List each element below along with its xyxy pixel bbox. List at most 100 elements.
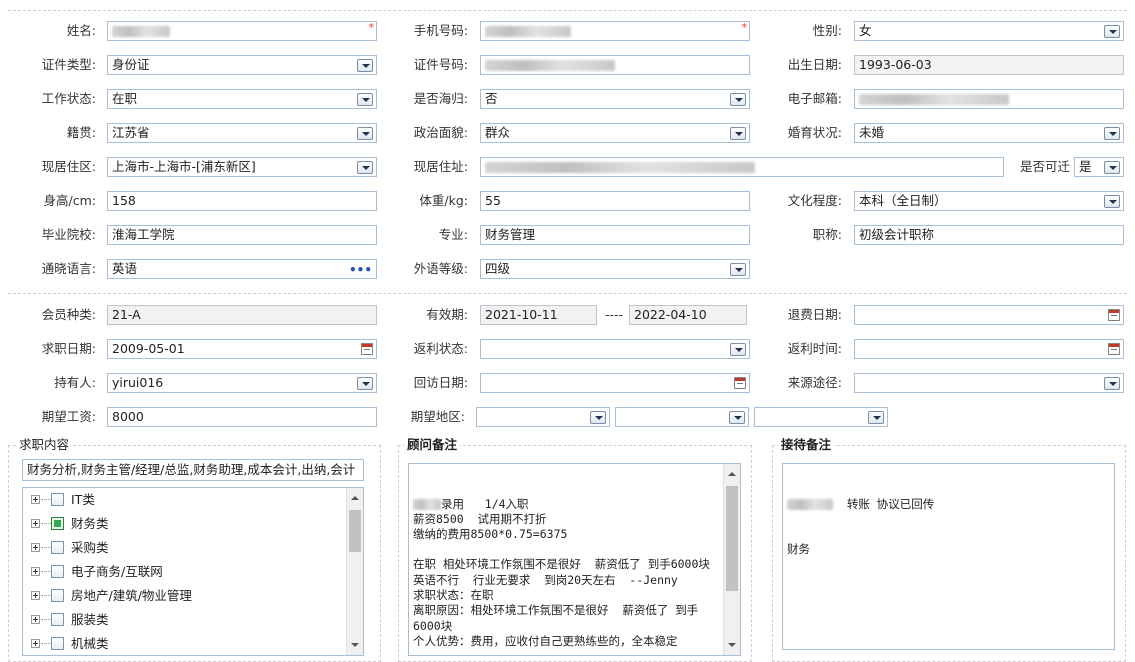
title-input[interactable]: 初级会计职称 (854, 225, 1124, 245)
chevron-down-icon[interactable] (1104, 161, 1120, 174)
calendar-icon[interactable] (734, 377, 746, 389)
calendar-icon[interactable] (1108, 309, 1120, 321)
work-status-select[interactable]: 在职 (107, 89, 377, 109)
chevron-down-icon[interactable] (357, 377, 373, 390)
more-options-icon[interactable]: ••• (349, 261, 372, 278)
reception-notes-title: 接待备注 (778, 437, 835, 453)
scroll-up-icon[interactable] (728, 472, 736, 476)
school-input[interactable]: 淮海工学院 (107, 225, 377, 245)
scroll-down-icon[interactable] (351, 643, 359, 647)
returnee-select[interactable]: 否 (480, 89, 750, 109)
advisor-notes-title: 顾问备注 (404, 437, 461, 453)
salary-input[interactable]: 8000 (107, 407, 377, 427)
calendar-icon[interactable] (361, 343, 373, 355)
chevron-down-icon[interactable] (1104, 195, 1120, 208)
marital-select[interactable]: 未婚 (854, 123, 1124, 143)
gender-select[interactable]: 女 (854, 21, 1124, 41)
chevron-down-icon[interactable] (357, 93, 373, 106)
relocate-label: 是否可迁 (1019, 159, 1070, 174)
residence-area-value: 上海市-上海市-[浦东新区] (112, 159, 256, 174)
checkbox[interactable] (51, 517, 64, 530)
expand-icon[interactable] (31, 615, 40, 624)
education-select[interactable]: 本科（全日制） (854, 191, 1124, 211)
scroll-down-icon[interactable] (728, 643, 736, 647)
checkbox[interactable] (51, 541, 64, 554)
job-category-tree[interactable]: IT类 财务类 采购类 电子商务/互联网 房地产/建筑/物业管理 服装类 机械类 (22, 487, 364, 656)
chevron-down-icon[interactable] (730, 127, 746, 140)
rebate-time-input[interactable] (854, 339, 1124, 359)
holder-value: yirui016 (112, 375, 164, 390)
chevron-down-icon[interactable] (357, 127, 373, 140)
checkbox[interactable] (51, 637, 64, 650)
advisor-notes-textarea[interactable]: 录用 1/4入职 薪资8500 试用期不打折 缴纳的费用8500*0.75=6375… (408, 463, 741, 656)
relocate-select[interactable]: 是 (1074, 157, 1124, 177)
tree-scrollbar[interactable] (346, 488, 363, 655)
email-input[interactable] (854, 89, 1124, 109)
salary-label: 期望工资: (41, 409, 96, 424)
scroll-thumb[interactable] (726, 486, 738, 591)
expand-icon[interactable] (31, 495, 40, 504)
scroll-thumb[interactable] (349, 510, 361, 552)
political-label: 政治面貌: (413, 125, 468, 140)
reception-notes-textarea[interactable]: 转账 协议已回传 财务 (782, 463, 1115, 650)
work-status-label: 工作状态: (41, 91, 96, 106)
chevron-down-icon[interactable] (357, 161, 373, 174)
marital-value: 未婚 (859, 125, 885, 140)
expand-icon[interactable] (31, 519, 40, 528)
checkbox[interactable] (51, 589, 64, 602)
chevron-down-icon[interactable] (1104, 25, 1120, 38)
phone-input[interactable]: * (480, 21, 750, 41)
major-input[interactable]: 财务管理 (480, 225, 750, 245)
region-city-select[interactable] (615, 407, 749, 427)
expand-icon[interactable] (31, 567, 40, 576)
chevron-down-icon[interactable] (729, 411, 745, 424)
birth-date-field: 1993-06-03 (854, 55, 1124, 75)
rebate-time-label: 返利时间: (787, 341, 842, 356)
chevron-down-icon[interactable] (1104, 377, 1120, 390)
id-type-select[interactable]: 身份证 (107, 55, 377, 75)
language-input[interactable]: 英语 ••• (107, 259, 377, 279)
visit-date-input[interactable] (480, 373, 750, 393)
redacted-text (485, 60, 615, 71)
refund-date-input[interactable] (854, 305, 1124, 325)
holder-select[interactable]: yirui016 (107, 373, 377, 393)
residence-area-label: 现居住区: (41, 159, 96, 174)
weight-input[interactable]: 55 (480, 191, 750, 211)
visit-date-label: 回访日期: (413, 375, 468, 390)
height-input[interactable]: 158 (107, 191, 377, 211)
chevron-down-icon[interactable] (357, 59, 373, 72)
residence-area-select[interactable]: 上海市-上海市-[浦东新区] (107, 157, 377, 177)
notes-scrollbar[interactable] (723, 464, 740, 655)
chevron-down-icon[interactable] (730, 263, 746, 276)
expand-icon[interactable] (31, 639, 40, 648)
residence-addr-input[interactable] (480, 157, 1004, 177)
id-no-input[interactable] (480, 55, 750, 75)
weight-label: 体重/kg: (419, 193, 468, 208)
top-divider (8, 10, 1127, 11)
scroll-up-icon[interactable] (351, 496, 359, 500)
checkbox[interactable] (51, 565, 64, 578)
expand-icon[interactable] (31, 543, 40, 552)
expand-icon[interactable] (31, 591, 40, 600)
email-label: 电子邮箱: (787, 91, 842, 106)
chevron-down-icon[interactable] (868, 411, 884, 424)
political-select[interactable]: 群众 (480, 123, 750, 143)
checkbox[interactable] (51, 613, 64, 626)
name-input[interactable]: * (107, 21, 377, 41)
chevron-down-icon[interactable] (730, 93, 746, 106)
native-select[interactable]: 江苏省 (107, 123, 377, 143)
rebate-status-select[interactable] (480, 339, 750, 359)
job-content-summary[interactable]: 财务分析,财务主管/经理/总监,财务助理,成本会计,出纳,会计 (22, 459, 364, 481)
calendar-icon[interactable] (1108, 343, 1120, 355)
tree-item-label: 财务类 (71, 516, 109, 531)
source-select[interactable] (854, 373, 1124, 393)
chevron-down-icon[interactable] (730, 343, 746, 356)
region-district-select[interactable] (754, 407, 888, 427)
lang-level-select[interactable]: 四级 (480, 259, 750, 279)
checkbox[interactable] (51, 493, 64, 506)
region-province-select[interactable] (476, 407, 610, 427)
chevron-down-icon[interactable] (1104, 127, 1120, 140)
job-date-input[interactable]: 2009-05-01 (107, 339, 377, 359)
chevron-down-icon[interactable] (590, 411, 606, 424)
native-label: 籍贯: (66, 125, 96, 140)
